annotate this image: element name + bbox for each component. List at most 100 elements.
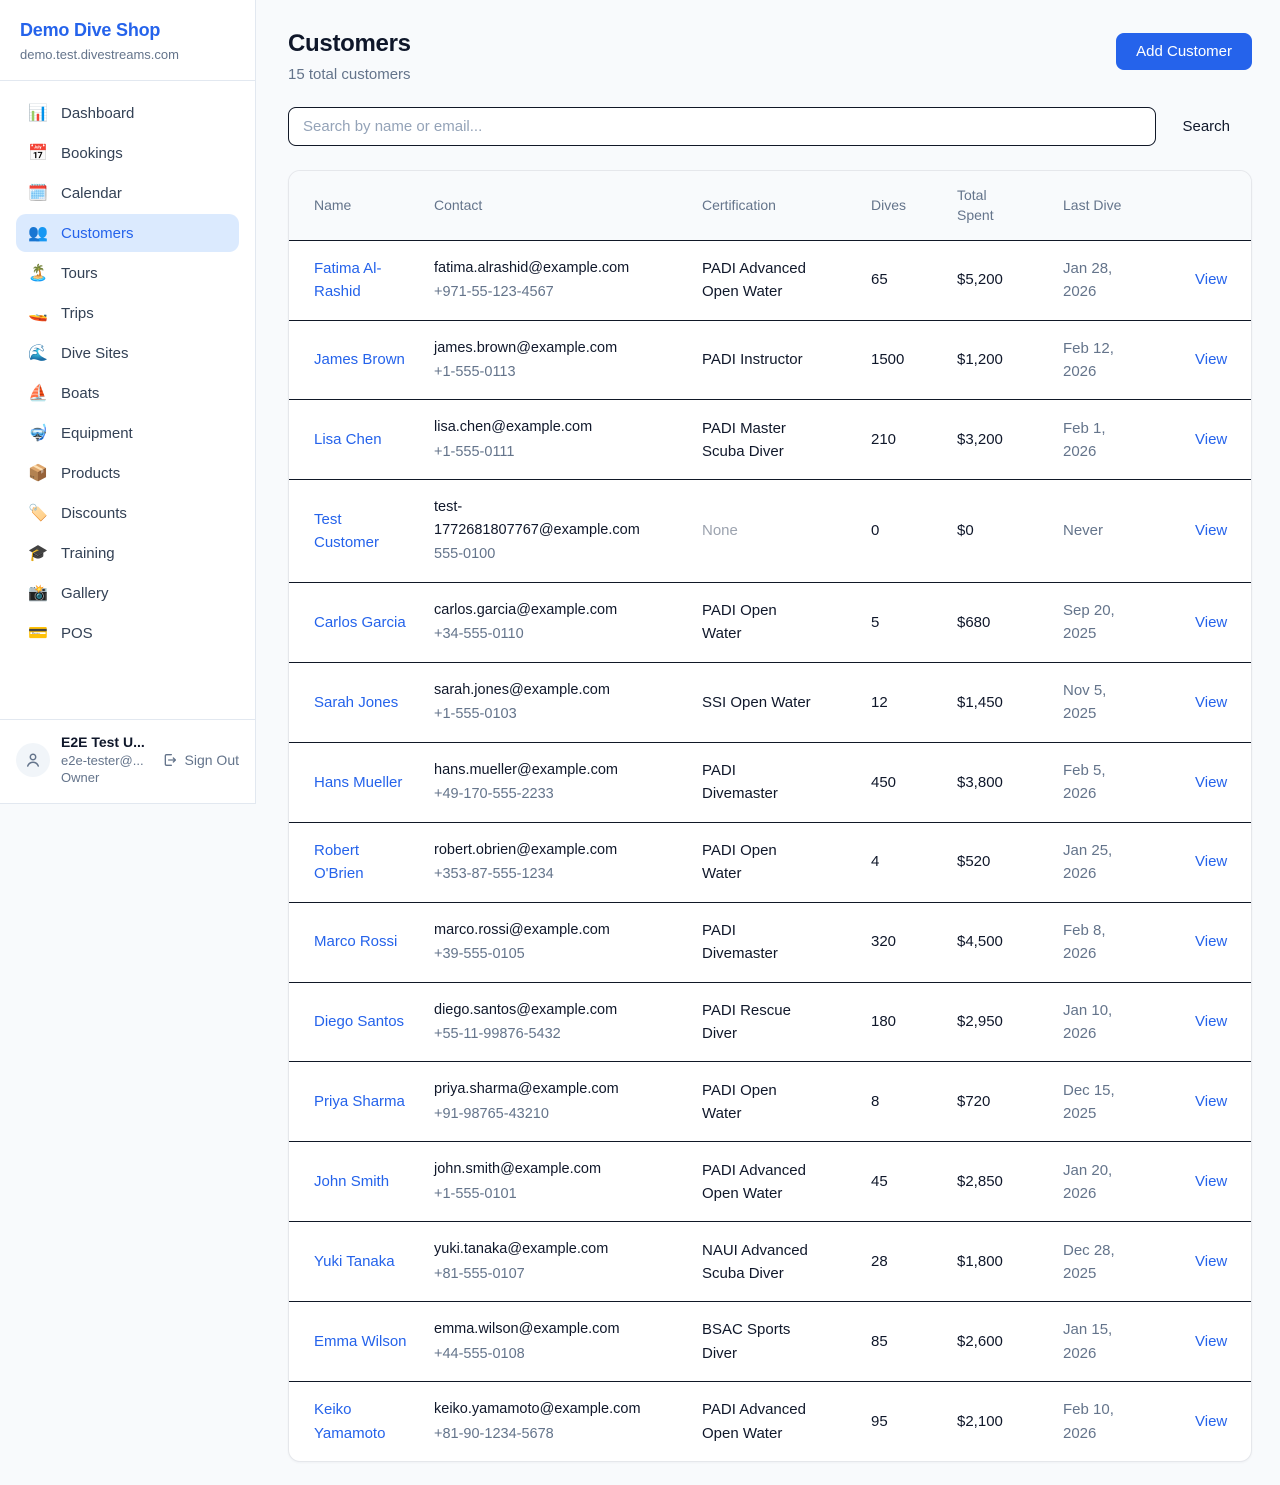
table-row: James Brown james.brown@example.com +1-5…	[289, 320, 1252, 400]
sidebar-item-tours[interactable]: 🏝️ Tours	[16, 254, 239, 292]
column-last-dive: Last Dive	[1063, 171, 1170, 240]
customer-dives: 4	[871, 822, 957, 902]
customers-table: NameContactCertificationDivesTotal Spent…	[289, 171, 1252, 1461]
sidebar-item-label: Bookings	[61, 145, 123, 162]
customer-name-link[interactable]: John Smith	[314, 1173, 389, 1190]
view-customer-link[interactable]: View	[1195, 1413, 1227, 1430]
customer-total-spent: $520	[957, 822, 1063, 902]
view-customer-link[interactable]: View	[1195, 774, 1227, 791]
customer-email: lisa.chen@example.com	[434, 416, 650, 438]
table-row: Diego Santos diego.santos@example.com +5…	[289, 982, 1252, 1062]
sidebar-item-dashboard[interactable]: 📊 Dashboard	[16, 94, 239, 132]
column-certification: Certification	[702, 171, 871, 240]
customer-name-link[interactable]: Yuki Tanaka	[314, 1253, 395, 1270]
sidebar-item-discounts[interactable]: 🏷️ Discounts	[16, 494, 239, 532]
customer-name-link[interactable]: Test Customer	[314, 511, 379, 551]
customer-total-spent: $2,950	[957, 982, 1063, 1062]
view-customer-link[interactable]: View	[1195, 694, 1227, 711]
customer-certification: PADI Advanced Open Water	[702, 260, 806, 300]
customer-total-spent: $2,600	[957, 1302, 1063, 1382]
shop-subdomain: demo.test.divestreams.com	[20, 47, 235, 62]
view-customer-link[interactable]: View	[1195, 1333, 1227, 1350]
column-name: Name	[289, 171, 434, 240]
customer-name-link[interactable]: Carlos Garcia	[314, 614, 406, 631]
customer-phone: +1-555-0113	[434, 361, 650, 383]
customer-email: priya.sharma@example.com	[434, 1078, 650, 1100]
view-customer-link[interactable]: View	[1195, 1173, 1227, 1190]
customer-name-link[interactable]: Robert O'Brien	[314, 842, 364, 882]
table-row: Robert O'Brien robert.obrien@example.com…	[289, 822, 1252, 902]
sidebar-nav: 📊 Dashboard 📅 Bookings 🗓️ Calendar 👥 Cus…	[0, 81, 255, 719]
customer-certification: PADI Open Water	[702, 1082, 777, 1122]
sidebar-item-dive-sites[interactable]: 🌊 Dive Sites	[16, 334, 239, 372]
sidebar-footer: E2E Test U... e2e-tester@... Owner Sign …	[0, 719, 255, 803]
sidebar-item-label: Trips	[61, 305, 94, 322]
customer-dives: 210	[871, 400, 957, 480]
customer-phone: +81-555-0107	[434, 1263, 650, 1285]
view-customer-link[interactable]: View	[1195, 933, 1227, 950]
products-icon: 📦	[28, 463, 48, 483]
sidebar-item-training[interactable]: 🎓 Training	[16, 534, 239, 572]
search-bar: Search	[288, 107, 1252, 146]
customers-icon: 👥	[28, 223, 48, 243]
view-customer-link[interactable]: View	[1195, 1013, 1227, 1030]
search-input[interactable]	[288, 107, 1156, 146]
sidebar-item-gallery[interactable]: 📸 Gallery	[16, 574, 239, 612]
customer-name-link[interactable]: Fatima Al-Rashid	[314, 260, 382, 300]
customer-name-link[interactable]: Emma Wilson	[314, 1333, 407, 1350]
sidebar-item-label: Calendar	[61, 185, 122, 202]
user-name: E2E Test U...	[61, 733, 145, 752]
search-button[interactable]: Search	[1182, 118, 1230, 135]
view-customer-link[interactable]: View	[1195, 1093, 1227, 1110]
sidebar-item-trips[interactable]: 🚤 Trips	[16, 294, 239, 332]
table-row: Hans Mueller hans.mueller@example.com +4…	[289, 742, 1252, 822]
customer-last-dive: Feb 8, 2026	[1063, 902, 1170, 982]
customer-dives: 5	[871, 582, 957, 662]
sign-out-button[interactable]: Sign Out	[162, 752, 239, 768]
customer-phone: +353-87-555-1234	[434, 863, 650, 885]
customer-total-spent: $4,500	[957, 902, 1063, 982]
customer-name-link[interactable]: James Brown	[314, 351, 405, 368]
view-customer-link[interactable]: View	[1195, 522, 1227, 539]
table-header: NameContactCertificationDivesTotal Spent…	[289, 171, 1252, 240]
view-customer-link[interactable]: View	[1195, 351, 1227, 368]
customer-phone: +1-555-0101	[434, 1183, 650, 1205]
customer-phone: +1-555-0103	[434, 703, 650, 725]
sidebar-item-calendar[interactable]: 🗓️ Calendar	[16, 174, 239, 212]
sidebar-item-label: Gallery	[61, 585, 109, 602]
sidebar-item-pos[interactable]: 💳 POS	[16, 614, 239, 652]
sidebar-item-boats[interactable]: ⛵ Boats	[16, 374, 239, 412]
customer-name-link[interactable]: Hans Mueller	[314, 774, 402, 791]
view-customer-link[interactable]: View	[1195, 614, 1227, 631]
view-customer-link[interactable]: View	[1195, 853, 1227, 870]
customer-name-link[interactable]: Sarah Jones	[314, 694, 398, 711]
customer-certification: PADI Master Scuba Diver	[702, 420, 786, 460]
customer-dives: 8	[871, 1062, 957, 1142]
customer-name-link[interactable]: Diego Santos	[314, 1013, 404, 1030]
customer-dives: 0	[871, 480, 957, 582]
customer-last-dive: Feb 10, 2026	[1063, 1382, 1170, 1461]
sidebar-item-customers[interactable]: 👥 Customers	[16, 214, 239, 252]
customer-name-link[interactable]: Keiko Yamamoto	[314, 1401, 385, 1441]
sidebar-item-bookings[interactable]: 📅 Bookings	[16, 134, 239, 172]
customer-email: yuki.tanaka@example.com	[434, 1238, 650, 1260]
view-customer-link[interactable]: View	[1195, 271, 1227, 288]
customer-last-dive: Nov 5, 2025	[1063, 662, 1170, 742]
customer-certification: PADI Open Water	[702, 602, 777, 642]
add-customer-button[interactable]: Add Customer	[1116, 33, 1252, 70]
user-email: e2e-tester@...	[61, 752, 145, 770]
sidebar-item-products[interactable]: 📦 Products	[16, 454, 239, 492]
customer-name-link[interactable]: Priya Sharma	[314, 1093, 405, 1110]
sidebar-item-equipment[interactable]: 🤿 Equipment	[16, 414, 239, 452]
table-row: Yuki Tanaka yuki.tanaka@example.com +81-…	[289, 1222, 1252, 1302]
customer-email: diego.santos@example.com	[434, 999, 650, 1021]
customer-name-link[interactable]: Marco Rossi	[314, 933, 397, 950]
view-customer-link[interactable]: View	[1195, 1253, 1227, 1270]
column-total-spent: Total Spent	[957, 171, 1063, 240]
view-customer-link[interactable]: View	[1195, 431, 1227, 448]
customer-email: emma.wilson@example.com	[434, 1318, 650, 1340]
customer-name-link[interactable]: Lisa Chen	[314, 431, 382, 448]
table-row: Sarah Jones sarah.jones@example.com +1-5…	[289, 662, 1252, 742]
sidebar-item-label: Training	[61, 545, 115, 562]
sidebar-item-label: Boats	[61, 385, 99, 402]
